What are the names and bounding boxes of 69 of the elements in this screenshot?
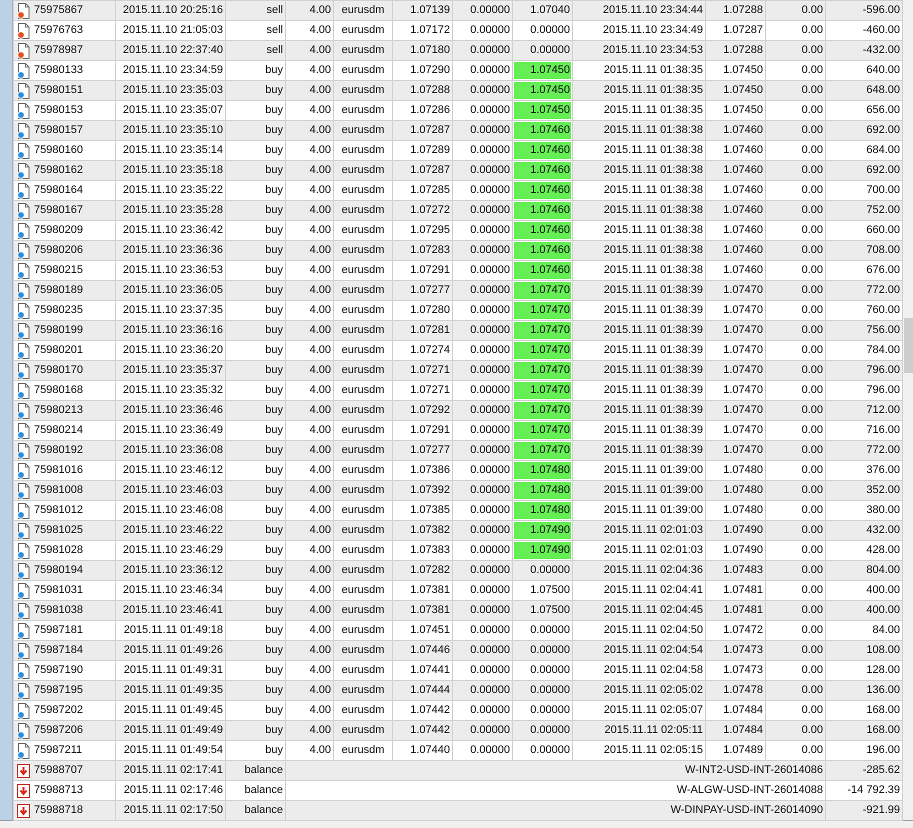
table-cell: 1.07470	[512, 340, 572, 360]
ticket-number: 75981025	[34, 523, 83, 538]
ticket-number: 75975867	[34, 3, 83, 18]
ticket-number: 75976763	[34, 23, 83, 38]
ticket-number: 75980162	[34, 163, 83, 178]
ticket-number: 75987190	[34, 663, 83, 678]
table-cell: 1.07460	[512, 240, 572, 260]
ticket-number: 75980235	[34, 303, 83, 318]
ticket-number: 75980206	[34, 243, 83, 258]
ticket-number: 75980199	[34, 323, 83, 338]
ticket-number: 75980215	[34, 263, 83, 278]
table-cell: 1.07470	[512, 440, 572, 460]
ticket-number: 75980157	[34, 123, 83, 138]
table-cell: 1.07470	[512, 380, 572, 400]
table-cell: 1.07470	[512, 420, 572, 440]
ticket-number: 75980167	[34, 203, 83, 218]
table-cell: 1.07460	[512, 260, 572, 280]
table-cell: 1.07470	[512, 400, 572, 420]
ticket-number: 75981012	[34, 503, 83, 518]
ticket-number: 75980209	[34, 223, 83, 238]
ticket-number: 75988713	[34, 783, 83, 798]
table-cell: 1.07460	[512, 120, 572, 140]
ticket-number: 75987206	[34, 723, 83, 738]
table-cell: 1.07460	[512, 220, 572, 240]
ticket-number: 75980164	[34, 183, 83, 198]
table-cell: 1.07450	[512, 60, 572, 80]
ticket-number: 75980194	[34, 563, 83, 578]
ticket-number: 75980168	[34, 383, 83, 398]
table-cell: 1.07490	[512, 520, 572, 540]
ticket-number: 75980153	[34, 103, 83, 118]
ticket-number: 75980151	[34, 83, 83, 98]
table-cell: 1.07490	[512, 540, 572, 560]
table-cell: 1.07460	[512, 200, 572, 220]
ticket-number: 75981038	[34, 603, 83, 618]
ticket-number: 75980189	[34, 283, 83, 298]
ticket-number: 75981008	[34, 483, 83, 498]
table-cell: 1.07460	[512, 160, 572, 180]
ticket-number: 75987181	[34, 623, 83, 638]
ticket-number: 75981028	[34, 543, 83, 558]
table-cell: 1.07470	[512, 320, 572, 340]
ticket-number: 75980214	[34, 423, 83, 438]
table-cell: 1.07450	[512, 80, 572, 100]
ticket-number: 75981031	[34, 583, 83, 598]
table-cell: 1.07450	[512, 100, 572, 120]
table-cell: 1.07470	[512, 300, 572, 320]
vertical-scrollbar[interactable]	[903, 0, 913, 820]
ticket-number: 75980170	[34, 363, 83, 378]
ticket-number: 75980213	[34, 403, 83, 418]
ticket-number: 75981016	[34, 463, 83, 478]
table-cell: 1.07480	[512, 480, 572, 500]
ticket-number: 75980201	[34, 343, 83, 358]
table-cell: 1.07480	[512, 460, 572, 480]
table-cell: 1.07460	[512, 140, 572, 160]
ticket-number: 75980133	[34, 63, 83, 78]
ticket-number: 75987195	[34, 683, 83, 698]
ticket-number: 75987211	[34, 743, 82, 758]
table-cell: 1.07460	[512, 180, 572, 200]
table-cell: 2015.11.10 23:34:44	[572, 0, 706, 20]
table-cell: 2015.11.10 20:25:16	[116, 0, 226, 20]
ticket-number: 75980160	[34, 143, 83, 158]
ticket-number: 75988718	[34, 803, 83, 818]
table-cell: 1.07480	[512, 500, 572, 520]
ticket-number: 75987184	[34, 643, 83, 658]
table-cell: 1.07470	[512, 360, 572, 380]
ticket-number: 75987202	[34, 703, 83, 718]
ticket-number: 75980192	[34, 443, 83, 458]
ticket-number: 75978987	[34, 43, 83, 58]
ticket-number: 75988707	[34, 763, 83, 778]
table-cell: 1.07470	[512, 280, 572, 300]
